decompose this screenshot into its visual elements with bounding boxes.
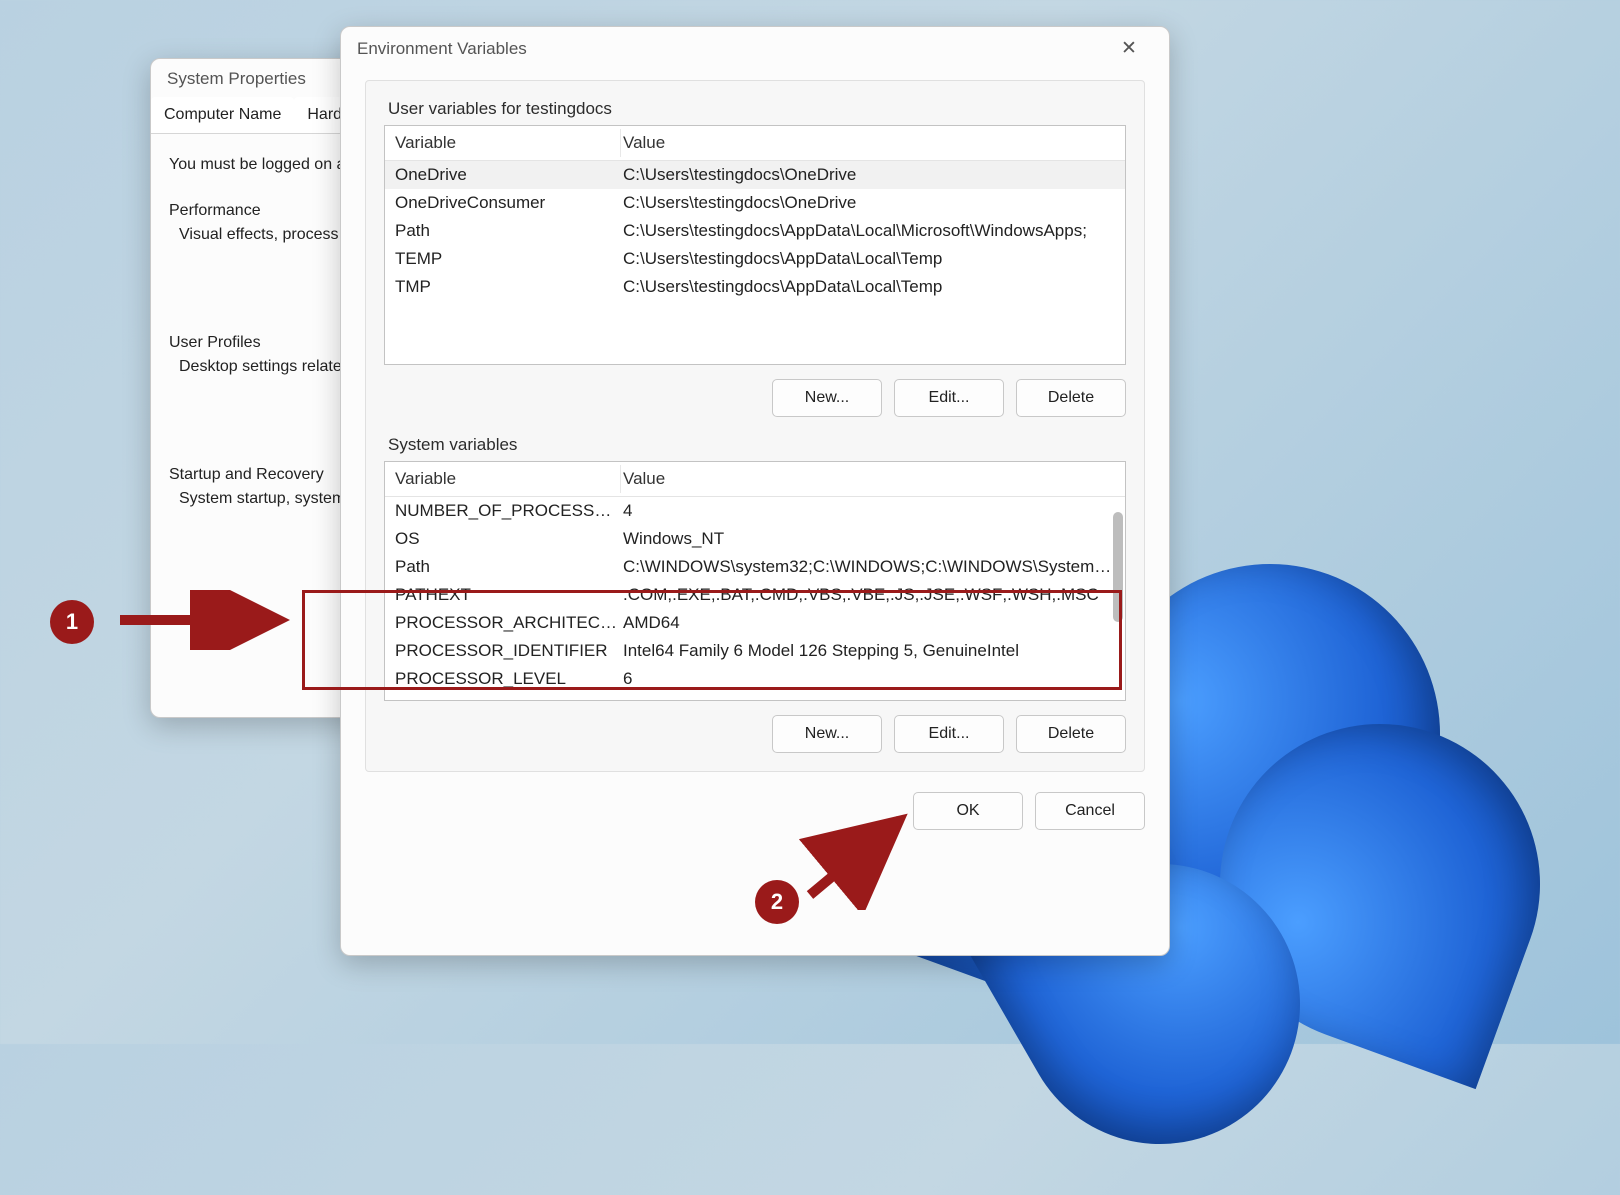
user-vars-list[interactable]: Variable Value OneDrive C:\Users\testing… (384, 125, 1126, 365)
user-vars-label: User variables for testingdocs (388, 99, 1126, 119)
system-new-button[interactable]: New... (772, 715, 882, 753)
cancel-button[interactable]: Cancel (1035, 792, 1145, 830)
col-value[interactable]: Value (621, 129, 1117, 157)
close-icon[interactable]: ✕ (1105, 37, 1153, 60)
user-new-button[interactable]: New... (772, 379, 882, 417)
table-row[interactable]: NUMBER_OF_PROCESSORS 4 (385, 497, 1125, 525)
tab-computer-name[interactable]: Computer Name (151, 97, 294, 133)
table-row[interactable]: OneDriveConsumer C:\Users\testingdocs\On… (385, 189, 1125, 217)
ok-button[interactable]: OK (913, 792, 1023, 830)
scrollbar[interactable] (1113, 512, 1123, 698)
system-edit-button[interactable]: Edit... (894, 715, 1004, 753)
col-value[interactable]: Value (621, 465, 1117, 493)
system-vars-label: System variables (388, 435, 1126, 455)
table-row[interactable]: Path C:\WINDOWS\system32;C:\WINDOWS;C:\W… (385, 553, 1125, 581)
env-groupbox: User variables for testingdocs Variable … (365, 80, 1145, 772)
environment-variables-window: Environment Variables ✕ User variables f… (340, 26, 1170, 956)
table-row[interactable]: TEMP C:\Users\testingdocs\AppData\Local\… (385, 245, 1125, 273)
scrollbar-thumb[interactable] (1113, 512, 1123, 622)
col-variable[interactable]: Variable (393, 465, 621, 493)
table-row[interactable]: PATHEXT .COM;.EXE;.BAT;.CMD;.VBS;.VBE;.J… (385, 581, 1125, 609)
user-delete-button[interactable]: Delete (1016, 379, 1126, 417)
table-row[interactable]: PROCESSOR_REVISION 7e05 (385, 693, 1125, 700)
table-row[interactable]: PROCESSOR_ARCHITECTURE AMD64 (385, 609, 1125, 637)
table-row[interactable]: PROCESSOR_LEVEL 6 (385, 665, 1125, 693)
env-titlebar[interactable]: Environment Variables ✕ (341, 27, 1169, 68)
system-delete-button[interactable]: Delete (1016, 715, 1126, 753)
table-row[interactable]: TMP C:\Users\testingdocs\AppData\Local\T… (385, 273, 1125, 301)
user-edit-button[interactable]: Edit... (894, 379, 1004, 417)
env-title: Environment Variables (357, 39, 1105, 59)
table-row[interactable]: Path C:\Users\testingdocs\AppData\Local\… (385, 217, 1125, 245)
table-row[interactable]: OS Windows_NT (385, 525, 1125, 553)
system-vars-list[interactable]: Variable Value NUMBER_OF_PROCESSORS 4 OS… (384, 461, 1126, 701)
annotation-badge-1: 1 (50, 600, 94, 644)
table-row[interactable]: PROCESSOR_IDENTIFIER Intel64 Family 6 Mo… (385, 637, 1125, 665)
table-row[interactable]: OneDrive C:\Users\testingdocs\OneDrive (385, 161, 1125, 189)
col-variable[interactable]: Variable (393, 129, 621, 157)
